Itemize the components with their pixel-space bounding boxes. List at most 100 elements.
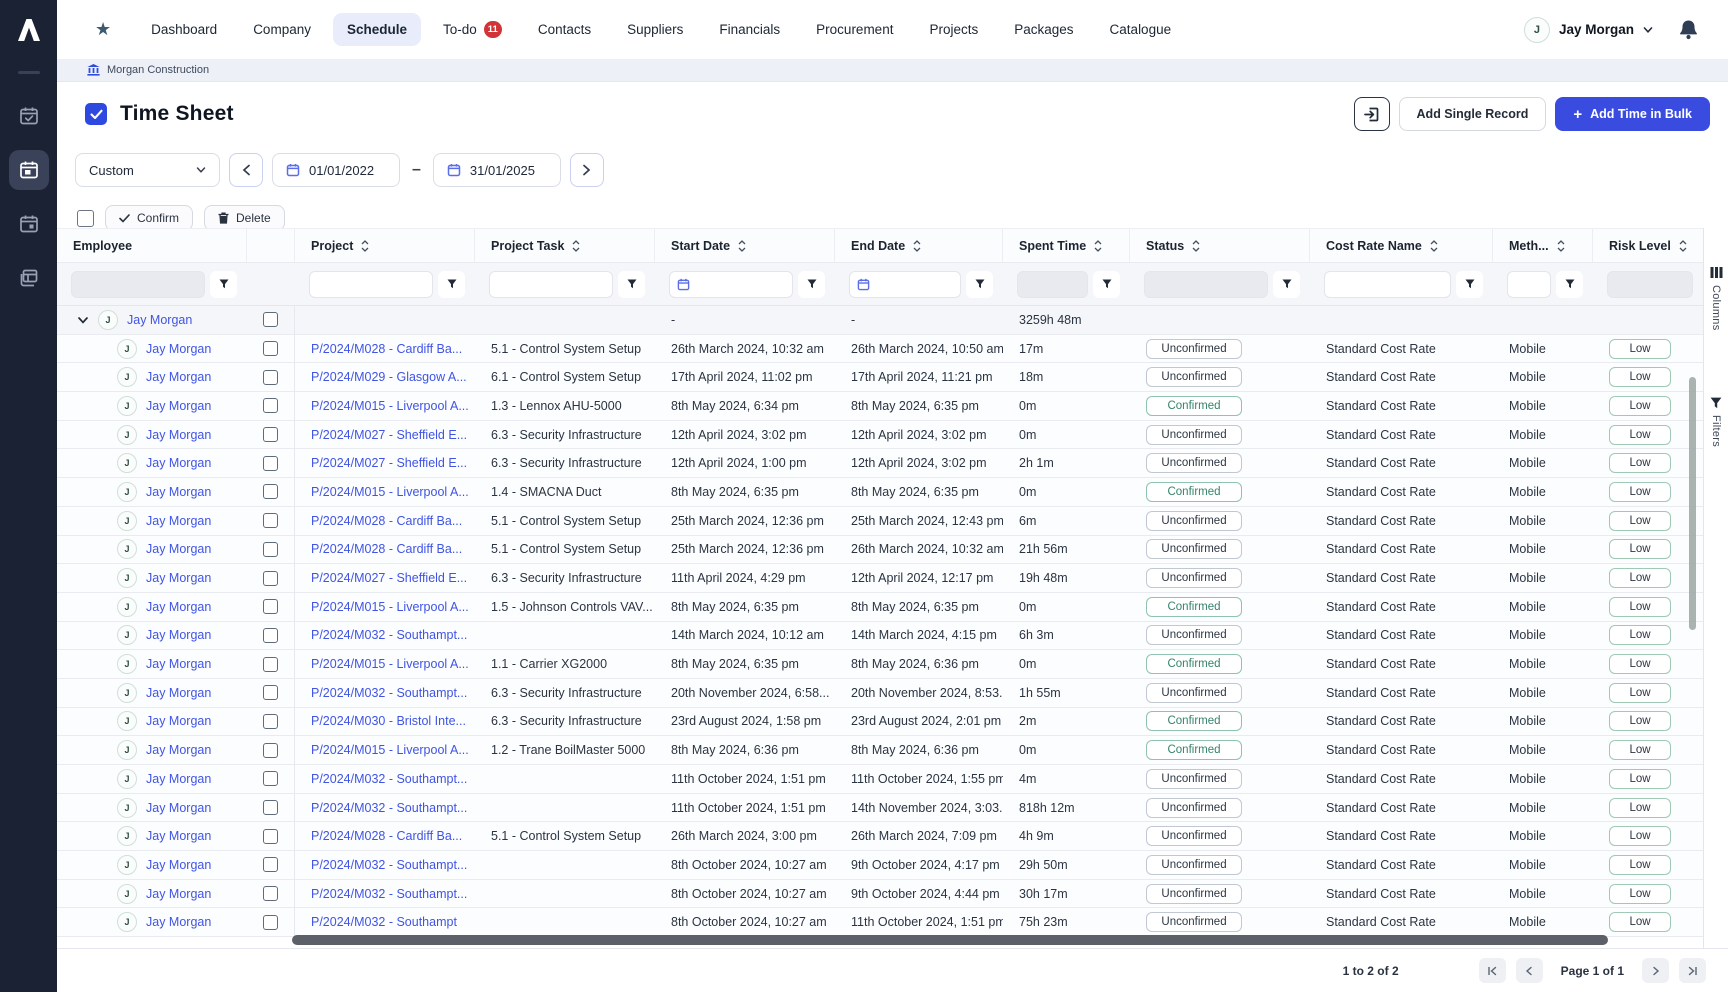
status-badge[interactable]: Unconfirmed	[1146, 425, 1242, 445]
status-badge[interactable]: Unconfirmed	[1146, 339, 1242, 359]
risk-badge[interactable]: Low	[1609, 740, 1671, 760]
row-checkbox[interactable]	[263, 857, 278, 872]
employee-filter-input[interactable]	[71, 271, 205, 298]
table-row[interactable]: J Jay Morgan P/2024/M027 - Sheffield E..…	[57, 421, 1703, 450]
table-row[interactable]: J Jay Morgan P/2024/M028 - Cardiff Ba...…	[57, 822, 1703, 851]
risk-badge[interactable]: Low	[1609, 396, 1671, 416]
column-header-project[interactable]: Project	[295, 229, 475, 262]
table-row[interactable]: J Jay Morgan P/2024/M015 - Liverpool A..…	[57, 650, 1703, 679]
status-badge[interactable]: Unconfirmed	[1146, 855, 1242, 875]
nav-item-procurement[interactable]: Procurement	[802, 13, 907, 46]
row-checkbox[interactable]	[263, 829, 278, 844]
add-single-record-button[interactable]: Add Single Record	[1399, 97, 1547, 131]
table-row[interactable]: J Jay Morgan P/2024/M029 - Glasgow A... …	[57, 363, 1703, 392]
risk-badge[interactable]: Low	[1609, 367, 1671, 387]
table-row[interactable]: J Jay Morgan P/2024/M032 - Southampt... …	[57, 794, 1703, 823]
group-checkbox[interactable]	[263, 312, 278, 327]
table-row[interactable]: J Jay Morgan P/2024/M030 - Bristol Inte.…	[57, 708, 1703, 737]
status-badge[interactable]: Unconfirmed	[1146, 367, 1242, 387]
employee-link[interactable]: Jay Morgan	[146, 915, 211, 929]
group-row[interactable]: J Jay Morgan - - 3259h 48m	[57, 306, 1703, 335]
employee-link[interactable]: Jay Morgan	[146, 628, 211, 642]
project-link[interactable]: P/2024/M032 - Southampt...	[311, 887, 467, 901]
spent-time-funnel-icon[interactable]	[1093, 271, 1120, 298]
project-task-filter-input[interactable]	[489, 271, 613, 298]
column-header-project-task[interactable]: Project Task	[475, 229, 655, 262]
project-link[interactable]: P/2024/M027 - Sheffield E...	[311, 428, 467, 442]
select-all-checkbox[interactable]	[77, 210, 94, 227]
project-link[interactable]: P/2024/M030 - Bristol Inte...	[311, 714, 466, 728]
employee-link[interactable]: Jay Morgan	[146, 714, 211, 728]
table-row[interactable]: J Jay Morgan P/2024/M032 - Southampt 8th…	[57, 908, 1703, 937]
risk-badge[interactable]: Low	[1609, 798, 1671, 818]
risk-badge[interactable]: Low	[1609, 568, 1671, 588]
status-badge[interactable]: Unconfirmed	[1146, 798, 1242, 818]
table-row[interactable]: J Jay Morgan P/2024/M032 - Southampt... …	[57, 679, 1703, 708]
table-row[interactable]: J Jay Morgan P/2024/M032 - Southampt... …	[57, 622, 1703, 651]
row-checkbox[interactable]	[263, 456, 278, 471]
nav-item-catalogue[interactable]: Catalogue	[1096, 13, 1186, 46]
status-badge[interactable]: Confirmed	[1146, 482, 1242, 502]
employee-link[interactable]: Jay Morgan	[146, 858, 211, 872]
sidebar-item-timesheet[interactable]	[9, 150, 49, 190]
status-badge[interactable]: Unconfirmed	[1146, 826, 1242, 846]
nav-item-company[interactable]: Company	[239, 13, 325, 46]
risk-badge[interactable]: Low	[1609, 855, 1671, 875]
nav-item-dashboard[interactable]: Dashboard	[137, 13, 231, 46]
row-checkbox[interactable]	[263, 685, 278, 700]
project-link[interactable]: P/2024/M032 - Southampt...	[311, 801, 467, 815]
risk-badge[interactable]: Low	[1609, 826, 1671, 846]
employee-link[interactable]: Jay Morgan	[146, 686, 211, 700]
app-logo[interactable]	[0, 0, 57, 59]
risk-badge[interactable]: Low	[1609, 625, 1671, 645]
risk-badge[interactable]: Low	[1609, 482, 1671, 502]
project-task-funnel-icon[interactable]	[618, 271, 645, 298]
employee-funnel-icon[interactable]	[210, 271, 237, 298]
risk-badge[interactable]: Low	[1609, 339, 1671, 359]
column-header-spent-time[interactable]: Spent Time	[1003, 229, 1130, 262]
row-checkbox[interactable]	[263, 628, 278, 643]
project-filter-input[interactable]	[309, 271, 433, 298]
employee-link[interactable]: Jay Morgan	[146, 829, 211, 843]
status-badge[interactable]: Unconfirmed	[1146, 625, 1242, 645]
date-to-input[interactable]: 31/01/2025	[433, 153, 561, 187]
employee-link[interactable]: Jay Morgan	[146, 428, 211, 442]
vertical-scrollbar[interactable]	[1689, 377, 1696, 630]
employee-link[interactable]: Jay Morgan	[146, 370, 211, 384]
row-checkbox[interactable]	[263, 657, 278, 672]
group-employee-link[interactable]: Jay Morgan	[127, 313, 192, 327]
project-link[interactable]: P/2024/M032 - Southampt...	[311, 686, 467, 700]
risk-badge[interactable]: Low	[1609, 654, 1671, 674]
sort-icon[interactable]	[738, 240, 746, 252]
date-preset-select[interactable]: Custom	[75, 153, 220, 187]
status-filter-input[interactable]	[1144, 271, 1268, 298]
nav-item-suppliers[interactable]: Suppliers	[613, 13, 697, 46]
project-link[interactable]: P/2024/M027 - Sheffield E...	[311, 571, 467, 585]
project-link[interactable]: P/2024/M015 - Liverpool A...	[311, 485, 469, 499]
date-from-input[interactable]: 01/01/2022	[272, 153, 400, 187]
horizontal-scrollbar[interactable]	[292, 935, 1608, 945]
end-date-funnel-icon[interactable]	[966, 271, 993, 298]
nav-item-projects[interactable]: Projects	[915, 13, 992, 46]
start-date-funnel-icon[interactable]	[798, 271, 825, 298]
breadcrumb-company[interactable]: Morgan Construction	[107, 64, 209, 76]
row-checkbox[interactable]	[263, 571, 278, 586]
nav-item-schedule[interactable]: Schedule	[333, 13, 421, 46]
employee-link[interactable]: Jay Morgan	[146, 743, 211, 757]
next-period-button[interactable]	[570, 153, 604, 187]
risk-badge[interactable]: Low	[1609, 683, 1671, 703]
method-filter-input[interactable]	[1507, 271, 1551, 298]
employee-link[interactable]: Jay Morgan	[146, 514, 211, 528]
status-badge[interactable]: Confirmed	[1146, 654, 1242, 674]
risk-badge[interactable]: Low	[1609, 912, 1671, 932]
cost-rate-funnel-icon[interactable]	[1456, 271, 1483, 298]
risk-badge[interactable]: Low	[1609, 511, 1671, 531]
status-badge[interactable]: Unconfirmed	[1146, 683, 1242, 703]
project-link[interactable]: P/2024/M015 - Liverpool A...	[311, 657, 469, 671]
export-button[interactable]	[1354, 97, 1390, 131]
status-badge[interactable]: Confirmed	[1146, 740, 1242, 760]
project-link[interactable]: P/2024/M032 - Southampt...	[311, 772, 467, 786]
row-checkbox[interactable]	[263, 886, 278, 901]
cost-rate-filter-input[interactable]	[1324, 271, 1451, 298]
column-header-employee[interactable]: Employee	[57, 229, 247, 262]
